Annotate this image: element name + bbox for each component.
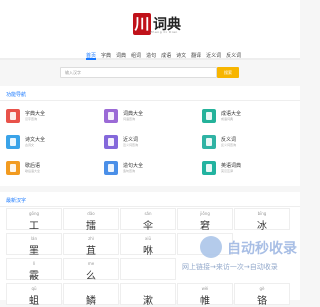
tool-name: 造句大全 [123,163,144,169]
char-card[interactable]: lì 霰 [6,258,62,282]
section-divider [0,206,300,207]
chat-icon [6,161,20,175]
tool-name: 反义词 [221,137,237,143]
char-card[interactable]: qū 蛆 [6,283,62,307]
char-card[interactable]: dǎo 擂 [63,208,119,232]
tool-desc: 歇后语大全 [25,169,41,173]
section-divider [0,100,300,101]
document-icon [202,135,216,149]
tool-desc: 近义词查询 [123,143,139,147]
char-glyph: 霰 [29,271,39,282]
char-glyph: 咻 [143,246,153,257]
tool-name: 英语词典 [221,163,242,169]
char-glyph: 工 [29,221,39,232]
tool-name: 诗文大全 [25,137,46,143]
char-card[interactable]: 鳞 [63,283,119,307]
tool-jinyici[interactable]: 近义词 近义词查询 [104,132,198,158]
tool-shiwen[interactable]: 诗文大全 古诗文 [6,132,100,158]
char-glyph: 罣 [29,246,39,257]
pencil-icon [104,161,118,175]
char-card[interactable]: 漱 [120,283,176,307]
char-card[interactable]: lán 罣 [6,233,62,257]
char-glyph: 窘 [200,221,210,232]
tools-section: 功能导航 字典大全 汉字查询 词典大全 词语查询 成语大全 成语词典 诗文大全 … [0,86,300,186]
char-pinyin: zhì [88,236,94,241]
char-pinyin: gè [259,286,265,291]
char-glyph: 伞 [143,221,153,232]
char-glyph: 么 [86,271,96,282]
tool-zaoju[interactable]: 造句大全 造句查询 [104,158,198,184]
char-glyph: 冰 [257,221,267,232]
watermark-subtitle: 网上链接→来访一次→自动收录 [182,263,278,271]
tool-english[interactable]: 英语词典 英汉互译 [202,158,296,184]
char-card[interactable]: me 么 [63,258,119,282]
search-button[interactable]: 搜索 [217,67,239,78]
char-card[interactable]: zhì 苴 [63,233,119,257]
header: 川 词典 Zheng Ci Dian 首页 字典 词典 组词 造句 成语 诗文 … [0,0,300,60]
watermark-title: 自动秒收录 [227,241,297,257]
char-pinyin: qū [31,286,37,291]
tool-desc: 造句查询 [123,169,136,173]
tool-xiehouyu[interactable]: 歇后语 歇后语大全 [6,158,100,184]
char-card[interactable]: jiǒng 窘 [177,208,233,232]
search-input[interactable]: 输入汉字 [60,67,217,78]
globe-icon [202,161,216,175]
scroll-icon [6,135,20,149]
char-card[interactable]: wèi 帷 [177,283,233,307]
char-card[interactable]: xiū 咻 [120,233,176,257]
tool-zidian[interactable]: 字典大全 汉字查询 [6,106,100,132]
char-card[interactable]: gōng 工 [6,208,62,232]
tool-desc: 词语查询 [123,117,136,121]
tool-name: 歇后语 [25,163,41,169]
tool-name: 词典大全 [123,111,144,117]
char-glyph: 擂 [86,221,96,232]
logo-mark: 川 [133,13,151,35]
char-pinyin: jiǒng [200,211,210,216]
book-icon [6,109,20,123]
tool-name: 成语大全 [221,111,242,117]
char-pinyin: xiū [144,236,151,241]
char-pinyin: me [87,261,95,266]
char-pinyin: dǎo [87,211,95,216]
tool-desc: 成语词典 [221,117,234,121]
char-pinyin: lán [30,236,38,241]
char-pinyin: lì [32,261,36,266]
char-card[interactable]: bīng 冰 [234,208,290,232]
char-card[interactable]: gè 铬 [234,283,290,307]
tools-section-title: 功能导航 [6,92,27,98]
char-pinyin: gōng [28,211,40,216]
logo-subtitle: Zheng Ci Dian [150,30,178,34]
book-icon [202,109,216,123]
watermark-logo-icon [200,236,222,258]
document-icon [104,135,118,149]
tool-fanyici[interactable]: 反义词 反义词查询 [202,132,296,158]
char-pinyin: wèi [201,286,209,291]
latest-section-title: 最新汉字 [6,198,27,204]
tool-desc: 汉字查询 [25,117,38,121]
tool-chengyu[interactable]: 成语大全 成语词典 [202,106,296,132]
book-icon [104,109,118,123]
watermark: 自动秒收录 网上链接→来访一次→自动收录 [182,236,297,276]
char-card[interactable] [120,258,176,280]
char-pinyin: sǎn [144,211,152,216]
tool-desc: 英汉互译 [221,169,234,173]
tool-name: 近义词 [123,137,139,143]
site-logo[interactable]: 川 词典 [133,9,181,39]
tool-desc: 古诗文 [25,143,35,147]
char-glyph: 苴 [86,246,96,257]
tool-cidian[interactable]: 词典大全 词语查询 [104,106,198,132]
tool-desc: 反义词查询 [221,143,237,147]
char-pinyin: bīng [257,211,267,216]
tool-name: 字典大全 [25,111,46,117]
char-card[interactable]: sǎn 伞 [120,208,176,232]
